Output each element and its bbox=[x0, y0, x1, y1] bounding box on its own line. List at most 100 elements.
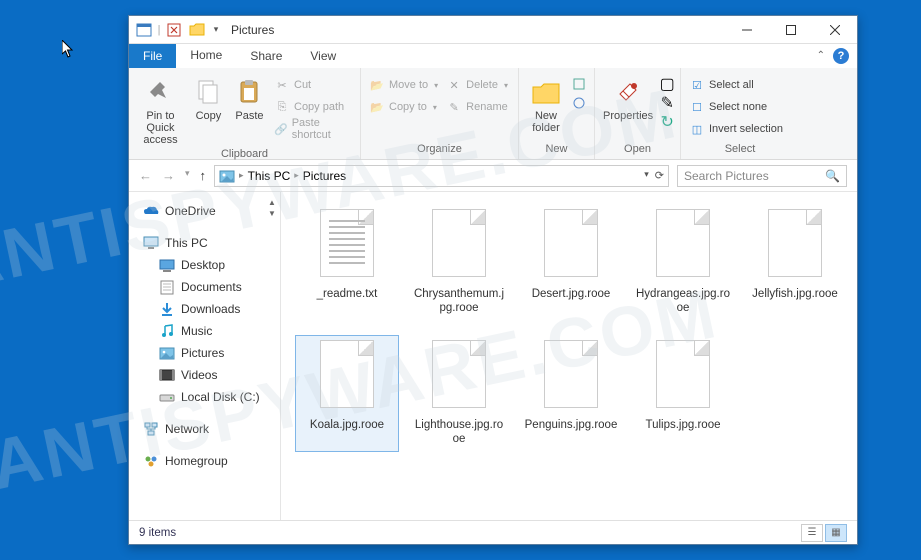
tab-home[interactable]: Home bbox=[176, 44, 236, 68]
forward-button[interactable]: → bbox=[162, 168, 175, 183]
sidebar-item-music[interactable]: Music bbox=[129, 320, 280, 342]
explorer-window: | ▾ Pictures File Home Share View ⌃ ? bbox=[128, 15, 858, 545]
properties-button[interactable]: Properties bbox=[601, 74, 655, 124]
move-to-button[interactable]: 📂Move to▾ bbox=[367, 74, 440, 96]
file-item[interactable]: Lighthouse.jpg.rooe bbox=[407, 335, 511, 452]
address-row: ← → ▾ ↑ ▸ This PC ▸ Pictures ▾ ⟳ Search … bbox=[129, 160, 857, 192]
minimize-button[interactable] bbox=[725, 16, 769, 44]
blank-file-icon bbox=[427, 209, 491, 281]
file-content-area[interactable]: _readme.txtChrysanthemum.jpg.rooeDesert.… bbox=[281, 192, 857, 520]
invert-selection-icon: ◫ bbox=[689, 121, 705, 137]
file-name-label: Koala.jpg.rooe bbox=[310, 418, 384, 432]
select-all-button[interactable]: ☑Select all bbox=[687, 74, 785, 96]
icons-view-toggle[interactable]: ▦ bbox=[825, 524, 847, 542]
up-button[interactable]: ↑ bbox=[200, 168, 207, 183]
sidebar-item-downloads[interactable]: Downloads bbox=[129, 298, 280, 320]
downloads-icon bbox=[159, 301, 175, 317]
paste-shortcut-icon: 🔗 bbox=[274, 121, 288, 137]
documents-icon bbox=[159, 279, 175, 295]
copy-to-button[interactable]: 📂Copy to▾ bbox=[367, 96, 440, 118]
qat-dropdown-icon[interactable]: ▾ bbox=[209, 19, 223, 41]
paste-shortcut-button[interactable]: 🔗Paste shortcut bbox=[272, 118, 354, 140]
tab-view[interactable]: View bbox=[296, 44, 350, 68]
file-item[interactable]: Desert.jpg.rooe bbox=[519, 204, 623, 321]
titlebar: | ▾ Pictures bbox=[129, 16, 857, 44]
file-name-label: Tulips.jpg.rooe bbox=[645, 418, 720, 432]
new-item-icon[interactable] bbox=[571, 76, 587, 92]
file-item[interactable]: _readme.txt bbox=[295, 204, 399, 321]
cut-button[interactable]: ✂Cut bbox=[272, 74, 354, 96]
help-icon[interactable]: ? bbox=[833, 48, 849, 64]
delete-button[interactable]: ✕Delete▾ bbox=[444, 74, 510, 96]
copy-to-icon: 📂 bbox=[369, 99, 385, 115]
sidebar-item-homegroup[interactable]: Homegroup bbox=[129, 450, 280, 472]
blank-file-icon bbox=[651, 340, 715, 412]
close-button[interactable] bbox=[813, 16, 857, 44]
paste-button[interactable]: Paste bbox=[231, 74, 268, 124]
rename-icon: ✎ bbox=[446, 99, 462, 115]
address-bar[interactable]: ▸ This PC ▸ Pictures ▾ ⟳ bbox=[214, 165, 669, 187]
file-item[interactable]: Hydrangeas.jpg.rooe bbox=[631, 204, 735, 321]
file-item[interactable]: Koala.jpg.rooe bbox=[295, 335, 399, 452]
open-icon[interactable]: ▢ bbox=[659, 76, 675, 92]
navigation-sidebar[interactable]: ▲▼ OneDrive This PC Desktop Documents Do… bbox=[129, 192, 281, 520]
search-input[interactable]: Search Pictures 🔍 bbox=[677, 165, 847, 187]
invert-selection-button[interactable]: ◫Invert selection bbox=[687, 118, 785, 140]
ribbon-group-new: New folder New bbox=[519, 68, 595, 159]
new-folder-icon bbox=[530, 76, 562, 108]
history-icon[interactable]: ↻ bbox=[659, 114, 675, 130]
new-folder-button[interactable]: New folder bbox=[525, 74, 567, 136]
qat-properties-icon[interactable] bbox=[163, 19, 185, 41]
qat-explorer-icon[interactable] bbox=[133, 19, 155, 41]
back-button[interactable]: ← bbox=[139, 168, 152, 183]
maximize-button[interactable] bbox=[769, 16, 813, 44]
breadcrumb-this-pc[interactable]: This PC bbox=[248, 169, 291, 183]
file-item[interactable]: Jellyfish.jpg.rooe bbox=[743, 204, 847, 321]
select-none-icon: ☐ bbox=[689, 99, 705, 115]
sidebar-item-videos[interactable]: Videos bbox=[129, 364, 280, 386]
sidebar-item-this-pc[interactable]: This PC bbox=[129, 232, 280, 254]
copy-icon bbox=[192, 76, 224, 108]
onedrive-icon bbox=[143, 203, 159, 219]
file-item[interactable]: Tulips.jpg.rooe bbox=[631, 335, 735, 452]
sidebar-scroll-arrows[interactable]: ▲▼ bbox=[268, 198, 278, 218]
cut-icon: ✂ bbox=[274, 77, 290, 93]
text-file-icon bbox=[315, 209, 379, 281]
recent-locations-button[interactable]: ▾ bbox=[185, 168, 190, 183]
file-name-label: Lighthouse.jpg.rooe bbox=[412, 418, 506, 447]
tab-file[interactable]: File bbox=[129, 44, 176, 68]
search-icon: 🔍 bbox=[825, 169, 840, 183]
sidebar-item-desktop[interactable]: Desktop bbox=[129, 254, 280, 276]
details-view-toggle[interactable]: ☰ bbox=[801, 524, 823, 542]
ribbon-group-select: ☑Select all ☐Select none ◫Invert selecti… bbox=[681, 68, 799, 159]
address-dropdown-icon[interactable]: ▾ bbox=[644, 169, 649, 182]
videos-icon bbox=[159, 367, 175, 383]
breadcrumb-pictures[interactable]: Pictures bbox=[303, 169, 346, 183]
pin-label: Pin to Quick access bbox=[137, 110, 184, 146]
sidebar-item-documents[interactable]: Documents bbox=[129, 276, 280, 298]
file-item[interactable]: Chrysanthemum.jpg.rooe bbox=[407, 204, 511, 321]
sidebar-item-onedrive[interactable]: OneDrive bbox=[129, 200, 280, 222]
select-none-button[interactable]: ☐Select none bbox=[687, 96, 785, 118]
rename-button[interactable]: ✎Rename bbox=[444, 96, 510, 118]
file-item[interactable]: Penguins.jpg.rooe bbox=[519, 335, 623, 452]
sidebar-item-local-disk[interactable]: Local Disk (C:) bbox=[129, 386, 280, 408]
drive-icon bbox=[159, 389, 175, 405]
qat-folder-icon[interactable] bbox=[186, 19, 208, 41]
search-placeholder: Search Pictures bbox=[684, 169, 769, 183]
properties-icon bbox=[612, 76, 644, 108]
edit-icon[interactable]: ✎ bbox=[659, 95, 675, 111]
refresh-icon[interactable]: ⟳ bbox=[655, 169, 664, 182]
sidebar-item-network[interactable]: Network bbox=[129, 418, 280, 440]
easy-access-icon[interactable] bbox=[571, 95, 587, 111]
sidebar-item-pictures[interactable]: Pictures bbox=[129, 342, 280, 364]
copy-button[interactable]: Copy bbox=[190, 74, 227, 124]
tab-share[interactable]: Share bbox=[236, 44, 296, 68]
copy-path-button[interactable]: ⎘Copy path bbox=[272, 96, 354, 118]
collapse-ribbon-icon[interactable]: ⌃ bbox=[817, 50, 825, 61]
homegroup-icon bbox=[143, 453, 159, 469]
ribbon-group-organize: 📂Move to▾ 📂Copy to▾ ✕Delete▾ ✎Rename Org… bbox=[361, 68, 519, 159]
pin-to-quick-access-button[interactable]: Pin to Quick access bbox=[135, 74, 186, 148]
breadcrumb-separator-icon[interactable]: ▸ bbox=[294, 170, 299, 181]
breadcrumb-separator-icon[interactable]: ▸ bbox=[239, 170, 244, 181]
